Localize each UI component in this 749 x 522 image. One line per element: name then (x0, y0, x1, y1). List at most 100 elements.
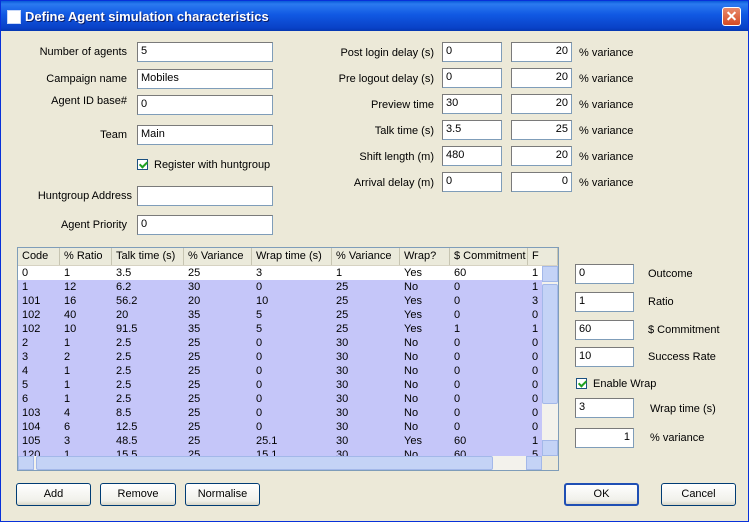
table-cell: 2.5 (116, 337, 132, 349)
table-cell: 25 (336, 323, 349, 335)
table-row[interactable]: 102 40 20 35 5 25 Yes 0 0 (18, 308, 542, 322)
num-agents-input[interactable]: 5 (137, 42, 273, 62)
table-cell: 2 (22, 337, 29, 349)
table-cell: 25 (188, 407, 201, 419)
col-header-code[interactable]: Code (18, 248, 60, 265)
table-row[interactable]: 4 1 2.5 25 0 30 No 0 0 (18, 364, 542, 378)
team-input[interactable]: Main (137, 125, 273, 145)
table-cell: 15.1 (256, 449, 278, 456)
talk-variance-input[interactable]: 25 (511, 120, 572, 140)
table-row[interactable]: 2 1 2.5 25 0 30 No 0 0 (18, 336, 542, 350)
wrap-variance-input[interactable]: 1 (575, 428, 634, 448)
table-row[interactable]: 104 6 12.5 25 0 30 No 0 0 (18, 420, 542, 434)
table-cell: 30 (336, 449, 349, 456)
preview-time-label: Preview time (371, 99, 434, 111)
ratio-input[interactable]: 1 (575, 292, 634, 312)
horizontal-scroll-thumb[interactable] (36, 456, 493, 470)
scroll-down-icon[interactable] (542, 440, 558, 456)
huntgroup-label: Huntgroup Address (37, 190, 132, 202)
preview-time-input[interactable]: 30 (442, 94, 502, 114)
post-login-variance-input[interactable]: 20 (511, 42, 572, 62)
post-login-input[interactable]: 0 (442, 42, 502, 62)
col-header-wrap-variance[interactable]: % Variance (332, 248, 400, 265)
table-cell: 5 (256, 323, 263, 335)
table-cell: 0 (532, 365, 539, 377)
register-checkbox[interactable] (137, 159, 148, 170)
arrival-variance-input[interactable]: 0 (511, 172, 572, 192)
priority-input[interactable]: 0 (137, 215, 273, 235)
table-cell: 25 (188, 393, 201, 405)
title-bar[interactable]: Define Agent simulation characteristics (1, 1, 748, 31)
arrival-delay-input[interactable]: 0 (442, 172, 502, 192)
table-cell: 10 (64, 323, 77, 335)
table-cell: 0 (256, 281, 263, 293)
col-header-talk-time[interactable]: Talk time (s) (112, 248, 184, 265)
huntgroup-input[interactable] (137, 186, 273, 206)
vertical-scrollbar[interactable] (542, 266, 558, 456)
table-cell: 3 (532, 295, 539, 307)
table-row[interactable]: 1 12 6.2 30 0 25 No 0 1 (18, 280, 542, 294)
normalise-button[interactable]: Normalise (185, 483, 260, 506)
list-header: Code % Ratio Talk time (s) % Variance Wr… (18, 248, 558, 266)
table-row[interactable]: 120 1 15.5 25 15.1 30 No 60 5 (18, 448, 542, 456)
table-cell: 1 (22, 281, 29, 293)
close-icon[interactable] (722, 7, 741, 26)
outcome-list[interactable]: Code % Ratio Talk time (s) % Variance Wr… (17, 247, 559, 471)
scroll-right-icon[interactable] (526, 456, 542, 470)
pre-logout-input[interactable]: 0 (442, 68, 502, 88)
talk-time-input[interactable]: 3.5 (442, 120, 502, 140)
table-cell: 0 (256, 365, 263, 377)
table-row[interactable]: 3 2 2.5 25 0 30 No 0 0 (18, 350, 542, 364)
horizontal-scrollbar[interactable] (18, 456, 542, 470)
pre-logout-variance-input[interactable]: 20 (511, 68, 572, 88)
table-cell: 105 (22, 435, 41, 447)
table-cell: Yes (404, 309, 422, 321)
table-cell: No (404, 337, 419, 349)
scroll-left-icon[interactable] (18, 456, 34, 470)
table-cell: 8.5 (116, 407, 132, 419)
table-cell: 3 (64, 435, 71, 447)
preview-variance-input[interactable]: 20 (511, 94, 572, 114)
table-row[interactable]: 103 4 8.5 25 0 30 No 0 0 (18, 406, 542, 420)
table-cell: 1 (336, 267, 343, 279)
wrap-variance-label: % variance (650, 432, 705, 444)
table-row[interactable]: 101 16 56.2 20 10 25 Yes 0 3 (18, 294, 542, 308)
enable-wrap-checkbox[interactable] (576, 378, 587, 389)
table-cell: 0 (532, 351, 539, 363)
table-row[interactable]: 5 1 2.5 25 0 30 No 0 0 (18, 378, 542, 392)
remove-button[interactable]: Remove (100, 483, 176, 506)
col-header-ratio[interactable]: % Ratio (60, 248, 112, 265)
table-cell: 25 (188, 421, 201, 433)
col-header-commitment[interactable]: $ Commitment (450, 248, 528, 265)
success-rate-input[interactable]: 10 (575, 347, 634, 367)
col-header-wrap-time[interactable]: Wrap time (s) (252, 248, 332, 265)
table-cell: 25 (188, 435, 201, 447)
table-cell: 0 (256, 337, 263, 349)
add-button[interactable]: Add (16, 483, 91, 506)
wrap-time-input[interactable]: 3 (575, 398, 634, 418)
table-row[interactable]: 0 1 3.5 25 3 1 Yes 60 1 (18, 266, 542, 280)
col-header-talk-variance[interactable]: % Variance (184, 248, 252, 265)
table-cell: 30 (336, 435, 349, 447)
table-cell: 0 (454, 407, 461, 419)
table-row[interactable]: 105 3 48.5 25 25.1 30 Yes 60 1 (18, 434, 542, 448)
shift-variance-input[interactable]: 20 (511, 146, 572, 166)
table-cell: 2.5 (116, 393, 132, 405)
agent-id-input[interactable]: 0 (137, 95, 273, 115)
scroll-up-icon[interactable] (542, 266, 558, 282)
table-cell: No (404, 393, 419, 405)
col-header-f[interactable]: F (528, 248, 558, 265)
register-label: Register with huntgroup (154, 159, 271, 171)
campaign-input[interactable]: Mobiles (137, 69, 273, 89)
table-cell: 0 (454, 309, 461, 321)
commitment-input[interactable]: 60 (575, 320, 634, 340)
outcome-input[interactable]: 0 (575, 264, 634, 284)
col-header-wrap[interactable]: Wrap? (400, 248, 450, 265)
table-row[interactable]: 102 10 91.5 35 5 25 Yes 1 1 (18, 322, 542, 336)
preview-variance-label: % variance (579, 99, 634, 111)
cancel-button[interactable]: Cancel (661, 483, 736, 506)
table-row[interactable]: 6 1 2.5 25 0 30 No 0 0 (18, 392, 542, 406)
vertical-scroll-thumb[interactable] (542, 284, 558, 404)
shift-length-input[interactable]: 480 (442, 146, 502, 166)
ok-button[interactable]: OK (564, 483, 639, 506)
